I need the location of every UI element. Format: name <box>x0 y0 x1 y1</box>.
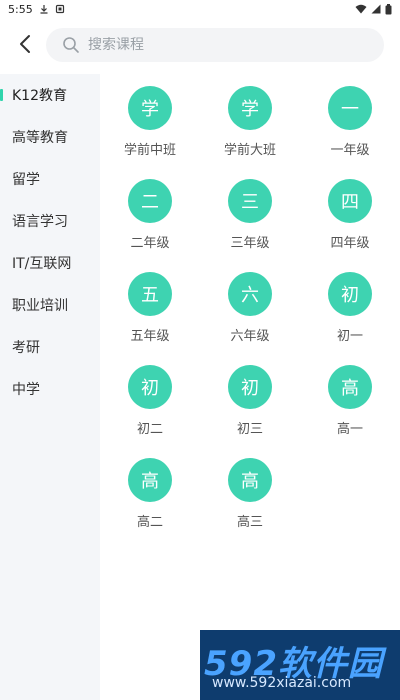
grade-icon: 高 <box>328 365 372 409</box>
grade-grid: 学学前中班学学前大班一一年级二二年级三三年级四四年级五五年级六六年级初初一初初二… <box>100 80 400 545</box>
grade-item[interactable]: 初初一 <box>300 266 400 359</box>
grade-icon: 高 <box>128 458 172 502</box>
grade-item[interactable]: 六六年级 <box>200 266 300 359</box>
sidebar-item[interactable]: 职业培训 <box>0 284 100 326</box>
signal-icon <box>371 4 381 14</box>
status-bar: 5:55 <box>0 0 400 18</box>
sidebar-item-label: 考研 <box>12 340 40 356</box>
grade-icon: 四 <box>328 179 372 223</box>
grade-label: 五年级 <box>130 329 170 344</box>
sidebar-item-label: K12教育 <box>12 88 67 104</box>
grade-icon: 二 <box>128 179 172 223</box>
grade-icon: 初 <box>128 365 172 409</box>
grade-icon: 初 <box>328 272 372 316</box>
grade-label: 学前大班 <box>223 143 276 158</box>
grade-item[interactable]: 三三年级 <box>200 173 300 266</box>
grade-icon: 一 <box>328 86 372 130</box>
search-input[interactable] <box>88 37 348 53</box>
grade-item[interactable]: 初初二 <box>100 359 200 452</box>
sidebar-item-label: 留学 <box>12 172 40 188</box>
status-left: 5:55 <box>8 3 65 16</box>
grade-item[interactable]: 初初三 <box>200 359 300 452</box>
sidebar-item-label: IT/互联网 <box>12 256 72 272</box>
download-icon <box>39 4 49 14</box>
grade-label: 学前中班 <box>123 143 176 158</box>
grade-icon: 五 <box>128 272 172 316</box>
grade-item[interactable]: 一一年级 <box>300 80 400 173</box>
grade-item[interactable]: 高高三 <box>200 452 300 545</box>
back-arrow-icon <box>18 34 32 58</box>
grade-icon: 六 <box>228 272 272 316</box>
sidebar-item[interactable]: 中学 <box>0 368 100 410</box>
search-bar[interactable] <box>46 28 384 62</box>
grade-item[interactable]: 高高二 <box>100 452 200 545</box>
grade-label: 高三 <box>236 515 263 530</box>
grade-icon: 学 <box>128 86 172 130</box>
watermark-url: www.592xiazai.com <box>212 675 352 691</box>
grade-label: 初二 <box>136 422 163 437</box>
sidebar-item-label: 高等教育 <box>12 130 68 146</box>
grade-label: 六年级 <box>230 329 270 344</box>
status-time: 5:55 <box>8 2 33 16</box>
grade-item[interactable]: 五五年级 <box>100 266 200 359</box>
sidebar-item-label: 语言学习 <box>12 214 68 230</box>
grade-item[interactable]: 二二年级 <box>100 173 200 266</box>
sidebar-item[interactable]: K12教育 <box>0 74 100 116</box>
sidebar-item-label: 职业培训 <box>12 298 68 314</box>
back-button[interactable] <box>14 32 36 60</box>
grade-item[interactable]: 高高一 <box>300 359 400 452</box>
grade-icon: 三 <box>228 179 272 223</box>
grade-item[interactable]: 学学前大班 <box>200 80 300 173</box>
grade-icon: 高 <box>228 458 272 502</box>
sidebar-item[interactable]: 留学 <box>0 158 100 200</box>
watermark-logo: 592软件园 www.592xiazai.com <box>200 630 400 700</box>
grade-label: 初一 <box>336 329 363 344</box>
grade-label: 高一 <box>336 422 363 437</box>
sidebar-item[interactable]: 考研 <box>0 326 100 368</box>
grade-icon: 学 <box>228 86 272 130</box>
category-sidebar: K12教育高等教育留学语言学习 IT/互联网 职业培训考研中学 <box>0 74 100 700</box>
grade-icon: 初 <box>228 365 272 409</box>
wifi-icon <box>355 4 367 14</box>
sidebar-item-label: 中学 <box>12 382 40 398</box>
grade-item[interactable]: 学学前中班 <box>100 80 200 173</box>
grade-item[interactable]: 四四年级 <box>300 173 400 266</box>
notification-icon <box>55 4 65 14</box>
sidebar-item[interactable]: 高等教育 <box>0 116 100 158</box>
status-right <box>355 3 392 15</box>
search-header <box>0 18 400 74</box>
grade-label: 二年级 <box>130 236 170 251</box>
grade-label: 高二 <box>136 515 163 530</box>
grade-label: 初三 <box>236 422 263 437</box>
sidebar-item[interactable]: 语言学习 <box>0 200 100 242</box>
grade-label: 三年级 <box>230 236 270 251</box>
battery-icon <box>385 3 392 15</box>
sidebar-item[interactable]: IT/互联网 <box>0 242 100 284</box>
search-icon <box>62 36 80 54</box>
grade-label: 一年级 <box>330 143 370 158</box>
grade-label: 四年级 <box>330 236 370 251</box>
